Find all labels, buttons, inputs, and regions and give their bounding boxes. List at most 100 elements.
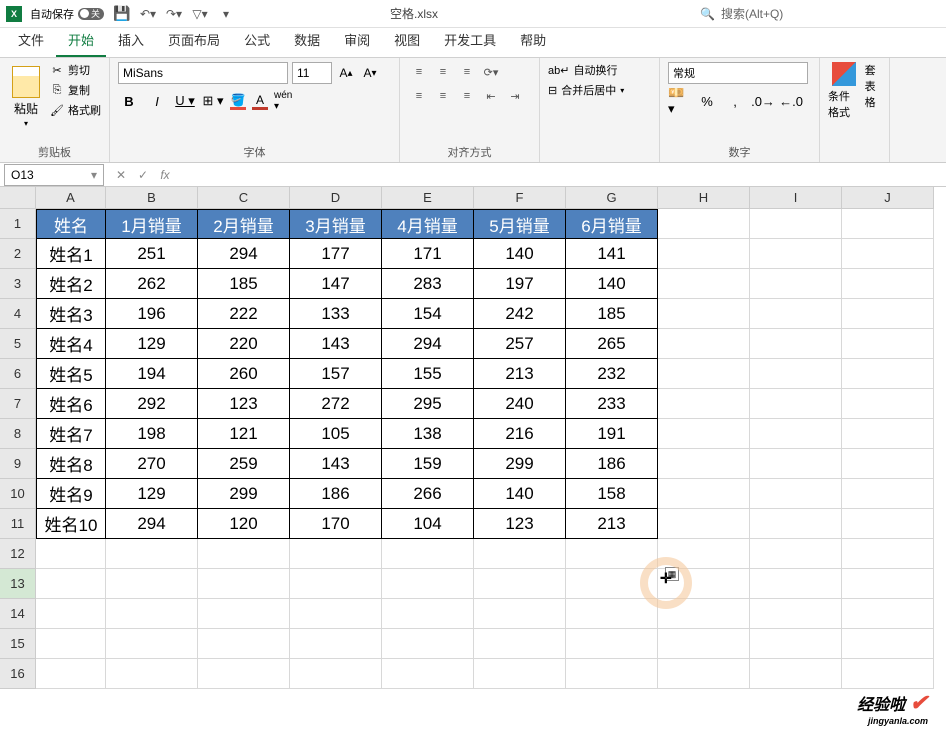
align-top-icon[interactable]: ≡ [408, 62, 430, 82]
cell[interactable]: 257 [474, 329, 566, 359]
cell[interactable] [566, 569, 658, 599]
row-header[interactable]: 14 [0, 599, 36, 629]
cell[interactable]: 123 [474, 509, 566, 539]
row-header[interactable]: 2 [0, 239, 36, 269]
cell[interactable]: 姓名9 [36, 479, 106, 509]
cell[interactable] [658, 389, 750, 419]
cell[interactable]: 197 [474, 269, 566, 299]
cell[interactable]: 123 [198, 389, 290, 419]
cell[interactable] [750, 299, 842, 329]
cell[interactable]: 140 [566, 269, 658, 299]
cell[interactable] [658, 599, 750, 629]
cell[interactable] [842, 599, 934, 629]
cell[interactable] [658, 329, 750, 359]
cell[interactable]: 283 [382, 269, 474, 299]
decrease-decimal-icon[interactable]: ←.0 [780, 90, 802, 112]
cell[interactable]: 154 [382, 299, 474, 329]
col-header-H[interactable]: H [658, 187, 750, 209]
cell[interactable]: 259 [198, 449, 290, 479]
col-header-I[interactable]: I [750, 187, 842, 209]
cell[interactable]: 242 [474, 299, 566, 329]
cell[interactable]: 140 [474, 479, 566, 509]
cell[interactable]: 姓名8 [36, 449, 106, 479]
col-header-F[interactable]: F [474, 187, 566, 209]
row-header[interactable]: 4 [0, 299, 36, 329]
cell[interactable]: 185 [198, 269, 290, 299]
cell[interactable]: 姓名6 [36, 389, 106, 419]
cell[interactable] [198, 659, 290, 689]
cell[interactable]: 姓名3 [36, 299, 106, 329]
cell[interactable]: 姓名4 [36, 329, 106, 359]
cell[interactable]: 170 [290, 509, 382, 539]
cell[interactable] [36, 599, 106, 629]
cell[interactable] [474, 569, 566, 599]
cell[interactable] [750, 479, 842, 509]
cell[interactable]: 194 [106, 359, 198, 389]
cell[interactable]: 294 [198, 239, 290, 269]
cancel-icon[interactable]: ✕ [112, 166, 130, 184]
cell[interactable] [36, 539, 106, 569]
cut-button[interactable]: ✂剪切 [50, 62, 101, 78]
cell[interactable] [842, 209, 934, 239]
increase-font-icon[interactable]: A▴ [336, 63, 356, 83]
row-header[interactable]: 15 [0, 629, 36, 659]
sheet[interactable]: ABCDEFGHIJ 1姓名1月销量2月销量3月销量4月销量5月销量6月销量2姓… [0, 187, 946, 736]
cell[interactable]: 251 [106, 239, 198, 269]
cell[interactable] [842, 239, 934, 269]
bold-button[interactable]: B [118, 90, 140, 112]
autofill-options-icon[interactable]: ▦ [665, 567, 679, 581]
cell[interactable]: 2月销量 [198, 209, 290, 239]
cell[interactable] [290, 629, 382, 659]
row-header[interactable]: 6 [0, 359, 36, 389]
col-header-D[interactable]: D [290, 187, 382, 209]
copy-button[interactable]: ⎘复制 [50, 82, 101, 98]
cell[interactable] [750, 359, 842, 389]
cell[interactable] [658, 239, 750, 269]
cell[interactable] [290, 599, 382, 629]
cell[interactable]: 191 [566, 419, 658, 449]
cell[interactable]: 266 [382, 479, 474, 509]
cell[interactable]: 143 [290, 329, 382, 359]
cell[interactable]: 240 [474, 389, 566, 419]
cell[interactable] [750, 629, 842, 659]
cell[interactable]: 299 [198, 479, 290, 509]
cell[interactable] [842, 479, 934, 509]
merge-center-button[interactable]: ⊟合并后居中 ▾ [548, 82, 651, 98]
cell[interactable]: 186 [290, 479, 382, 509]
italic-button[interactable]: I [146, 90, 168, 112]
cell[interactable]: 158 [566, 479, 658, 509]
cell[interactable]: 265 [566, 329, 658, 359]
cell[interactable] [36, 629, 106, 659]
indent-increase-icon[interactable]: ⇥ [504, 86, 526, 106]
cell[interactable] [382, 659, 474, 689]
align-bottom-icon[interactable]: ≡ [456, 62, 478, 82]
cell[interactable] [290, 539, 382, 569]
cell[interactable] [382, 539, 474, 569]
cell[interactable]: 220 [198, 329, 290, 359]
cell[interactable] [842, 329, 934, 359]
cell[interactable] [566, 539, 658, 569]
row-header[interactable]: 9 [0, 449, 36, 479]
align-center-icon[interactable]: ≡ [432, 86, 454, 106]
paste-button[interactable]: 粘贴 ▾ [8, 62, 44, 132]
cell[interactable]: 196 [106, 299, 198, 329]
cell[interactable] [842, 659, 934, 689]
cell[interactable]: 147 [290, 269, 382, 299]
cell[interactable]: 姓名1 [36, 239, 106, 269]
cell[interactable] [842, 389, 934, 419]
cell[interactable] [750, 239, 842, 269]
formula-input[interactable] [178, 165, 946, 185]
cell[interactable]: 159 [382, 449, 474, 479]
row-header[interactable]: 3 [0, 269, 36, 299]
font-color-button[interactable]: A [252, 93, 268, 110]
format-painter-button[interactable]: 🖌格式刷 [50, 102, 101, 118]
cell[interactable] [658, 449, 750, 479]
cell[interactable] [198, 569, 290, 599]
align-right-icon[interactable]: ≡ [456, 86, 478, 106]
cell[interactable] [106, 629, 198, 659]
enter-icon[interactable]: ✓ [134, 166, 152, 184]
cell[interactable]: 272 [290, 389, 382, 419]
cell[interactable]: 121 [198, 419, 290, 449]
cell[interactable]: 120 [198, 509, 290, 539]
cell[interactable] [842, 449, 934, 479]
